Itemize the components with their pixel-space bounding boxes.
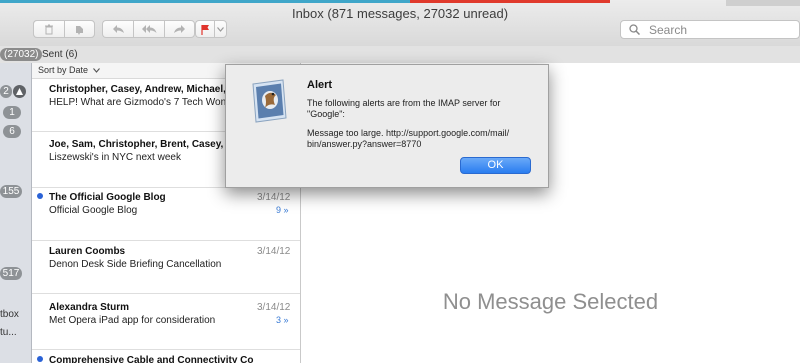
search-icon (629, 24, 640, 35)
title-accent-strip (0, 0, 410, 3)
message-subject: Denon Desk Side Briefing Cancellation (49, 259, 222, 270)
search-input[interactable]: Search (620, 20, 800, 39)
thread-count[interactable]: 3 » (276, 315, 289, 325)
title-accent-strip-red (410, 0, 610, 3)
unread-indicator (37, 193, 43, 199)
message-sender: Joe, Sam, Christopher, Brent, Casey, Ky (49, 139, 239, 150)
trash-button[interactable] (33, 20, 64, 38)
flag-icon (200, 24, 209, 35)
forward-button[interactable] (164, 20, 195, 38)
warning-icon (16, 88, 23, 95)
ok-button[interactable]: OK (460, 157, 531, 174)
message-subject: HELP! What are Gizmodo's 7 Tech Wond (49, 97, 232, 108)
message-date: 3/14/12 (257, 192, 291, 203)
unread-indicator (37, 356, 43, 362)
alert-message-line: The following alerts are from the IMAP s… (307, 98, 501, 108)
reply-all-icon (141, 25, 156, 33)
mailbox-badge: 517 (0, 267, 22, 280)
message-sender: Lauren Coombs (49, 246, 126, 257)
list-item[interactable]: Comprehensive Cable and Connectivity Co (32, 350, 300, 363)
message-date: 3/14/12 (257, 302, 291, 313)
message-date: 3/14/12 (257, 246, 291, 257)
reply-all-button[interactable] (133, 20, 164, 38)
favorite-inbox-count[interactable]: (27032) (0, 48, 43, 61)
alert-message-line: "Google": (307, 109, 345, 119)
window-title: Inbox (871 messages, 27032 unread) (291, 6, 509, 21)
message-subject: Liszewski's in NYC next week (49, 152, 181, 163)
mailbox-sidebar: 2 1 6 155 517 tbox tu... (0, 63, 32, 363)
chevron-down-icon (217, 26, 224, 32)
message-sender: Christopher, Casey, Andrew, Michael, Ky (49, 84, 242, 95)
list-item[interactable]: Lauren Coombs 3/14/12 Denon Desk Side Br… (32, 241, 300, 294)
toolbar: Inbox (871 messages, 27032 unread) Searc… (0, 0, 800, 47)
favorite-sent[interactable]: Sent (6) (42, 47, 78, 62)
flag-menu-button[interactable] (214, 20, 227, 38)
message-subject: Met Opera iPad app for consideration (49, 315, 216, 326)
reply-icon (112, 25, 124, 33)
sidebar-item-label[interactable]: tbox (0, 309, 19, 320)
trash-icon (45, 24, 53, 34)
mailbox-badge: 155 (0, 185, 22, 198)
no-message-selected: No Message Selected (442, 289, 659, 314)
mailbox-badge: 2 (0, 85, 12, 98)
mailbox-badge: 1 (3, 106, 21, 119)
mailbox-badge: 6 (3, 125, 21, 138)
favorites-bar: (27032) Sent (6) (0, 46, 800, 64)
forward-icon (174, 25, 185, 33)
junk-button[interactable] (64, 20, 95, 38)
mail-app-icon (252, 79, 287, 123)
alert-message-line: Message too large. http://support.google… (307, 128, 510, 138)
thread-count[interactable]: 9 » (276, 205, 289, 215)
chevron-down-icon (92, 68, 100, 73)
list-item[interactable]: Alexandra Sturm 3/14/12 Met Opera iPad a… (32, 294, 300, 350)
junk-icon (76, 25, 83, 35)
alert-message-line: bin/answer.py?answer=8770 (307, 139, 422, 149)
sort-label: Sort by Date (38, 65, 89, 75)
sort-by-date-menu[interactable]: Sort by Date (38, 65, 100, 75)
message-sender: Comprehensive Cable and Connectivity Co (49, 355, 254, 363)
search-placeholder: Search (649, 23, 688, 37)
alert-title: Alert (307, 79, 333, 91)
account-activity-icon (13, 85, 26, 98)
message-subject: Official Google Blog (49, 205, 138, 216)
reply-button[interactable] (102, 20, 133, 38)
list-item[interactable]: The Official Google Blog 3/14/12 Officia… (32, 188, 300, 241)
flag-button[interactable] (195, 20, 214, 38)
message-sender: Alexandra Sturm (49, 302, 130, 313)
message-sender: The Official Google Blog (49, 192, 166, 203)
sidebar-item-label[interactable]: tu... (0, 327, 17, 338)
alert-dialog: Alert The following alerts are from the … (225, 64, 549, 188)
